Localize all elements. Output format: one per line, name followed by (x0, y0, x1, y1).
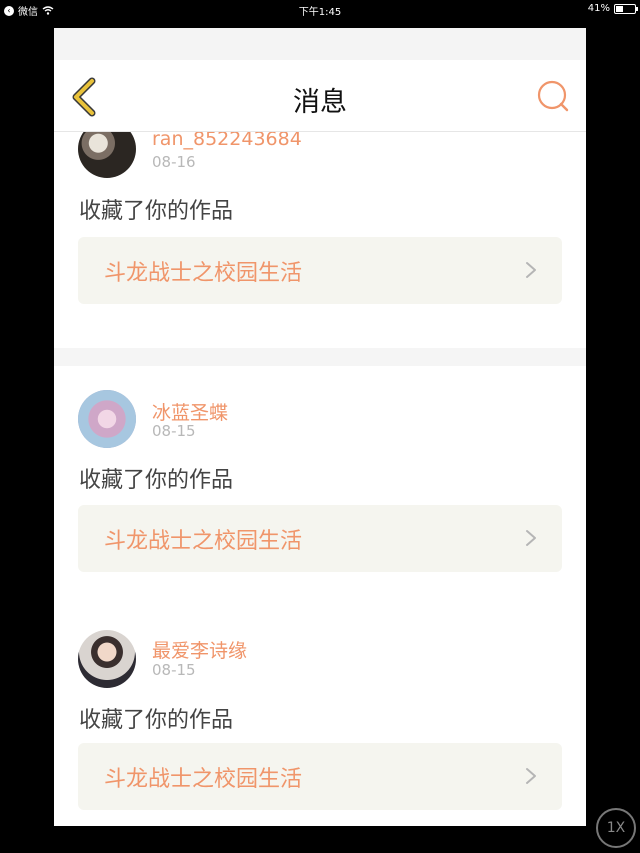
nav-bar: 消息 (54, 60, 586, 132)
page-title: 消息 (293, 87, 347, 118)
action-text: 收藏了你的作品 (79, 199, 234, 224)
message-date: 08-15 (152, 661, 196, 679)
username[interactable]: 冰蓝圣蝶 (152, 398, 228, 425)
status-time: 下午1:45 (298, 7, 342, 18)
message-card: ran_852243684 08-16 收藏了你的作品 斗龙战士之校园生活 (54, 100, 586, 348)
search-button[interactable] (536, 78, 572, 114)
app-window: 消息 ran_852243684 08-16 收藏了你的作品 斗龙战士之校园生活 (54, 28, 586, 826)
message-date: 08-15 (152, 422, 196, 440)
work-title: 斗龙战士之校园生活 (104, 529, 303, 554)
work-link[interactable]: 斗龙战士之校园生活 (78, 505, 562, 572)
chevron-right-icon (526, 530, 536, 546)
chevron-right-icon (526, 262, 536, 278)
username[interactable]: 最爱李诗缘 (152, 636, 247, 663)
status-bar-right: 41% (587, 3, 638, 14)
work-link[interactable]: 斗龙战士之校园生活 (78, 743, 562, 810)
scale-1x-button[interactable]: 1X (596, 808, 636, 848)
message-date: 08-16 (152, 153, 196, 171)
message-card: 最爱李诗缘 08-15 收藏了你的作品 斗龙战士之校园生活 (54, 604, 586, 826)
status-bar: ‹ 微信 下午1:45 41% (0, 0, 640, 18)
work-link[interactable]: 斗龙战士之校园生活 (78, 237, 562, 304)
avatar[interactable] (78, 630, 136, 688)
action-text: 收藏了你的作品 (79, 468, 234, 493)
search-icon (537, 80, 569, 112)
avatar[interactable] (78, 390, 136, 448)
app-top-band (54, 28, 586, 60)
battery-percent: 41% (587, 3, 610, 14)
work-title: 斗龙战士之校园生活 (104, 261, 303, 286)
action-text: 收藏了你的作品 (79, 708, 234, 733)
battery-icon (614, 3, 638, 14)
message-card: 冰蓝圣蝶 08-15 收藏了你的作品 斗龙战士之校园生活 (54, 366, 586, 604)
work-title: 斗龙战士之校园生活 (104, 767, 303, 792)
chevron-right-icon (526, 768, 536, 784)
